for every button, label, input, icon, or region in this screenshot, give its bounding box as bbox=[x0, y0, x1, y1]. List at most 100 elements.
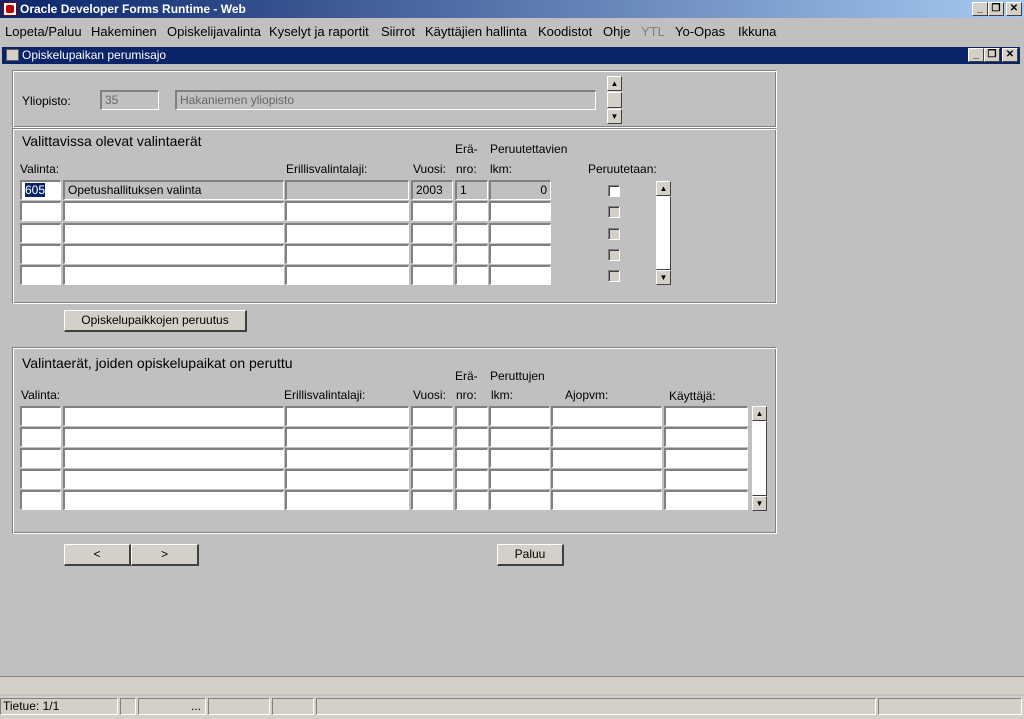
valinta-name-field[interactable]: Opetushallituksen valinta bbox=[63, 180, 284, 200]
available-scrollbar[interactable]: ▲ ▼ bbox=[656, 181, 671, 285]
close-button[interactable]: ✕ bbox=[1006, 2, 1022, 16]
peruttujen-lkm-field[interactable] bbox=[489, 490, 550, 510]
peruutettavien-lkm-field[interactable]: 0 bbox=[489, 180, 551, 200]
vuosi-field[interactable] bbox=[411, 244, 453, 264]
restore-button[interactable]: ❐ bbox=[988, 2, 1004, 16]
scroll-down-icon[interactable]: ▼ bbox=[752, 496, 767, 511]
era-nro-field[interactable] bbox=[455, 244, 488, 264]
scroll-track[interactable] bbox=[752, 421, 767, 496]
peruutettavien-lkm-field[interactable] bbox=[489, 223, 551, 243]
kayttaja-field[interactable] bbox=[664, 448, 748, 468]
era-nro-field[interactable] bbox=[455, 201, 488, 221]
vuosi-field[interactable] bbox=[411, 201, 453, 221]
era-nro-field[interactable] bbox=[455, 223, 488, 243]
era-nro-field[interactable] bbox=[455, 490, 488, 510]
menu-hakeminen[interactable]: Hakeminen bbox=[91, 24, 157, 39]
valinta-field[interactable] bbox=[20, 427, 61, 447]
era-nro-field[interactable]: 1 bbox=[455, 180, 488, 200]
yliopisto-name-field[interactable]: Hakaniemen yliopisto bbox=[175, 90, 596, 110]
valinta-field[interactable] bbox=[20, 448, 61, 468]
peruttujen-lkm-field[interactable] bbox=[489, 406, 550, 426]
valinta-name-field[interactable] bbox=[63, 469, 284, 489]
erillisvalintalaji-field[interactable] bbox=[285, 244, 409, 264]
minimize-button[interactable]: _ bbox=[972, 2, 988, 16]
erillisvalintalaji-field[interactable] bbox=[285, 180, 409, 200]
peruttujen-lkm-field[interactable] bbox=[489, 469, 550, 489]
valinta-field[interactable] bbox=[20, 265, 61, 285]
scroll-up-icon[interactable]: ▲ bbox=[656, 181, 671, 196]
vuosi-field[interactable] bbox=[411, 223, 453, 243]
opiskelupaikkojen-peruutus-button[interactable]: Opiskelupaikkojen peruutus bbox=[64, 310, 247, 332]
valinta-field[interactable] bbox=[20, 469, 61, 489]
erillisvalintalaji-field[interactable] bbox=[285, 448, 409, 468]
kayttaja-field[interactable] bbox=[664, 427, 748, 447]
menu-ohje[interactable]: Ohje bbox=[603, 24, 630, 39]
previous-button[interactable]: < bbox=[64, 544, 131, 566]
kayttaja-field[interactable] bbox=[664, 406, 748, 426]
erillisvalintalaji-field[interactable] bbox=[285, 406, 409, 426]
valinta-name-field[interactable] bbox=[63, 244, 284, 264]
menu-koodistot[interactable]: Koodistot bbox=[538, 24, 592, 39]
peruutetaan-checkbox[interactable] bbox=[608, 206, 620, 218]
ajopvm-field[interactable] bbox=[551, 469, 662, 489]
menu-kayttajien-hallinta[interactable]: Käyttäjien hallinta bbox=[425, 24, 527, 39]
next-button[interactable]: > bbox=[131, 544, 199, 566]
form-minimize-button[interactable]: _ bbox=[968, 48, 984, 62]
form-close-button[interactable]: ✕ bbox=[1002, 48, 1018, 62]
scroll-down-icon[interactable]: ▼ bbox=[607, 109, 622, 124]
peruutetaan-checkbox[interactable] bbox=[608, 228, 620, 240]
valinta-name-field[interactable] bbox=[63, 490, 284, 510]
vuosi-field[interactable]: 2003 bbox=[411, 180, 453, 200]
menu-siirrot[interactable]: Siirrot bbox=[381, 24, 415, 39]
erillisvalintalaji-field[interactable] bbox=[285, 265, 409, 285]
menu-lopeta[interactable]: Lopeta/Paluu bbox=[5, 24, 82, 39]
valinta-name-field[interactable] bbox=[63, 427, 284, 447]
valinta-field[interactable] bbox=[20, 223, 61, 243]
peruutetaan-checkbox[interactable] bbox=[608, 185, 620, 197]
peruttujen-lkm-field[interactable] bbox=[489, 448, 550, 468]
valinta-field[interactable] bbox=[20, 406, 61, 426]
vuosi-field[interactable] bbox=[411, 406, 453, 426]
peruutetaan-checkbox[interactable] bbox=[608, 249, 620, 261]
form-restore-button[interactable]: ❐ bbox=[984, 48, 1000, 62]
valinta-field[interactable]: 605 bbox=[20, 180, 61, 200]
scroll-up-icon[interactable]: ▲ bbox=[752, 406, 767, 421]
valinta-name-field[interactable] bbox=[63, 265, 284, 285]
valinta-field[interactable] bbox=[20, 490, 61, 510]
ajopvm-field[interactable] bbox=[551, 490, 662, 510]
scroll-up-icon[interactable]: ▲ bbox=[607, 76, 622, 91]
kayttaja-field[interactable] bbox=[664, 469, 748, 489]
valinta-name-field[interactable] bbox=[63, 201, 284, 221]
kayttaja-field[interactable] bbox=[664, 490, 748, 510]
era-nro-field[interactable] bbox=[455, 406, 488, 426]
menu-kyselyt[interactable]: Kyselyt ja raportit bbox=[269, 24, 369, 39]
vuosi-field[interactable] bbox=[411, 490, 453, 510]
yliopisto-scrollbar[interactable]: ▲ ▼ bbox=[607, 76, 622, 124]
ajopvm-field[interactable] bbox=[551, 448, 662, 468]
paluu-button[interactable]: Paluu bbox=[497, 544, 564, 566]
peruttujen-lkm-field[interactable] bbox=[489, 427, 550, 447]
era-nro-field[interactable] bbox=[455, 427, 488, 447]
scroll-down-icon[interactable]: ▼ bbox=[656, 270, 671, 285]
peruutetaan-checkbox[interactable] bbox=[608, 270, 620, 282]
menu-opiskelijavalinta[interactable]: Opiskelijavalinta bbox=[167, 24, 261, 39]
erillisvalintalaji-field[interactable] bbox=[285, 490, 409, 510]
valinta-field[interactable] bbox=[20, 244, 61, 264]
vuosi-field[interactable] bbox=[411, 469, 453, 489]
era-nro-field[interactable] bbox=[455, 448, 488, 468]
cancelled-scrollbar[interactable]: ▲ ▼ bbox=[752, 406, 767, 511]
valinta-name-field[interactable] bbox=[63, 448, 284, 468]
erillisvalintalaji-field[interactable] bbox=[285, 427, 409, 447]
valinta-name-field[interactable] bbox=[63, 223, 284, 243]
erillisvalintalaji-field[interactable] bbox=[285, 223, 409, 243]
menu-yo-opas[interactable]: Yo-Opas bbox=[675, 24, 725, 39]
vuosi-field[interactable] bbox=[411, 427, 453, 447]
scroll-track[interactable] bbox=[656, 196, 671, 270]
peruutettavien-lkm-field[interactable] bbox=[489, 201, 551, 221]
ajopvm-field[interactable] bbox=[551, 427, 662, 447]
scroll-thumb[interactable] bbox=[607, 92, 622, 108]
vuosi-field[interactable] bbox=[411, 448, 453, 468]
valinta-name-field[interactable] bbox=[63, 406, 284, 426]
menu-ikkuna[interactable]: Ikkuna bbox=[738, 24, 776, 39]
ajopvm-field[interactable] bbox=[551, 406, 662, 426]
